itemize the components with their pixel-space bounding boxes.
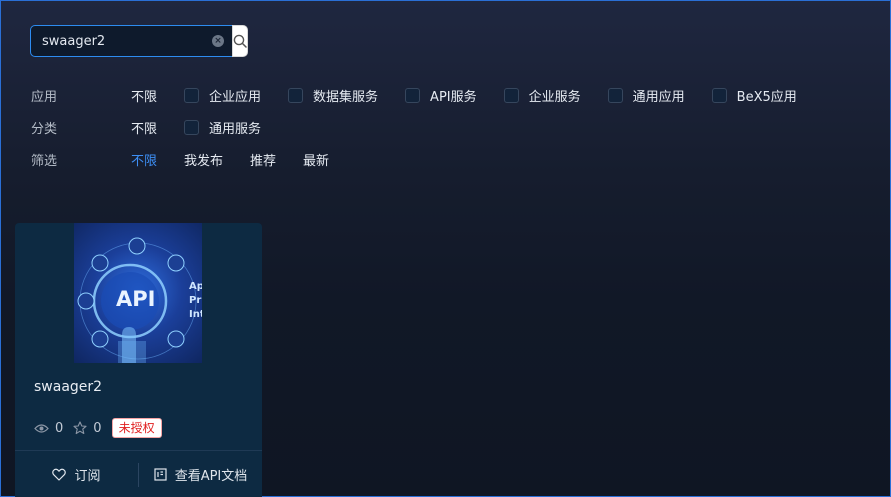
filter-row-app: 应用 不限 企业应用 数据集服务 API服务 企业服务 通用应用 BeX5应用 [31, 79, 851, 111]
view-api-docs-label: 查看API文档 [174, 469, 248, 484]
clear-icon[interactable]: × [212, 35, 224, 47]
card-stats: 0 0 未授权 [34, 418, 162, 438]
filter-row-sort: 筛选 不限 我发布 推荐 最新 [31, 143, 851, 175]
checkbox[interactable] [711, 87, 727, 103]
filter-option[interactable]: 通用应用 [607, 86, 685, 105]
checkbox[interactable] [184, 87, 200, 103]
filter-panel: 应用 不限 企业应用 数据集服务 API服务 企业服务 通用应用 BeX5应用 … [31, 79, 851, 175]
checkbox[interactable] [607, 87, 623, 103]
document-icon [154, 468, 167, 481]
thumb-side-text: Pr [189, 295, 202, 306]
checkbox[interactable] [184, 119, 200, 135]
sort-option-recommended[interactable]: 推荐 [250, 150, 276, 169]
subscribe-button[interactable]: 订阅 [15, 451, 138, 497]
star-icon[interactable] [73, 421, 87, 435]
filter-option[interactable]: 企业服务 [503, 86, 581, 105]
search-field[interactable]: × [30, 25, 232, 57]
checkbox[interactable] [405, 87, 421, 103]
filter-label: 分类 [31, 121, 58, 137]
search-icon [233, 34, 247, 48]
search-input[interactable] [42, 33, 212, 49]
star-count: 0 [93, 420, 102, 436]
filter-option-all[interactable]: 不限 [131, 86, 157, 105]
filter-label: 应用 [31, 89, 58, 105]
filter-option[interactable]: BeX5应用 [711, 86, 797, 105]
checkbox[interactable] [503, 87, 519, 103]
heart-icon [52, 468, 67, 481]
search-bar: × [30, 25, 248, 57]
filter-label: 筛选 [31, 153, 58, 169]
thumb-side-text: Int [189, 309, 202, 320]
sort-option-latest[interactable]: 最新 [303, 150, 329, 169]
search-button[interactable] [232, 25, 248, 57]
view-api-docs-button[interactable]: 查看API文档 [139, 451, 262, 497]
filter-option[interactable]: 通用服务 [184, 118, 261, 137]
subscribe-label: 订阅 [74, 469, 101, 484]
api-card[interactable]: API Ap Pr Int swaager2 0 0 未授权 订阅 [15, 223, 262, 497]
thumb-api-text: API [116, 287, 156, 311]
filter-row-category: 分类 不限 通用服务 [31, 111, 851, 143]
thumb-side-text: Ap [189, 281, 202, 292]
checkbox[interactable] [288, 87, 304, 103]
sort-option-all[interactable]: 不限 [131, 150, 157, 169]
api-thumbnail[interactable]: API Ap Pr Int [74, 223, 202, 363]
filter-option[interactable]: 数据集服务 [288, 86, 378, 105]
status-badge: 未授权 [111, 418, 162, 438]
view-count: 0 [55, 420, 64, 436]
eye-icon [34, 423, 49, 433]
filter-option[interactable]: 企业应用 [184, 86, 261, 105]
filter-option-all[interactable]: 不限 [131, 118, 157, 137]
sort-option-mine[interactable]: 我发布 [184, 150, 223, 169]
card-title[interactable]: swaager2 [34, 379, 102, 395]
card-footer: 订阅 查看API文档 [15, 450, 262, 497]
filter-option[interactable]: API服务 [405, 86, 477, 105]
